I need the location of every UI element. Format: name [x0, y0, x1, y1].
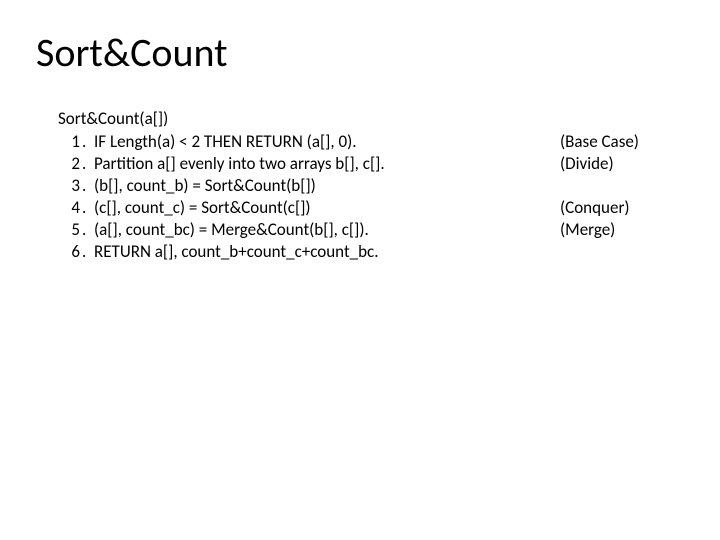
- slide: Sort&Count Sort&Count(a[]) 1 . IF Length…: [0, 0, 720, 540]
- line-text: (b[], count_b) = Sort&Count(b[]): [94, 175, 560, 197]
- line-annotation: (Base Case): [560, 131, 680, 153]
- algo-line: 5 . (a[], count_bc) = Merge&Count(b[], c…: [58, 219, 680, 241]
- algo-line: 2 . Partition a[] evenly into two arrays…: [58, 153, 680, 175]
- line-dot: .: [80, 131, 94, 153]
- algorithm-body: Sort&Count(a[]) 1 . IF Length(a) < 2 THE…: [58, 108, 680, 264]
- function-header: Sort&Count(a[]): [58, 108, 680, 129]
- line-text: IF Length(a) < 2 THEN RETURN (a[], 0).: [94, 131, 560, 153]
- line-number: 2: [58, 153, 80, 175]
- line-dot: .: [80, 153, 94, 175]
- line-annotation: (Divide): [560, 153, 680, 175]
- line-number: 1: [58, 131, 80, 153]
- line-dot: .: [80, 197, 94, 219]
- algo-line: 3 . (b[], count_b) = Sort&Count(b[]): [58, 175, 680, 197]
- algo-line: 1 . IF Length(a) < 2 THEN RETURN (a[], 0…: [58, 131, 680, 153]
- line-number: 5: [58, 219, 80, 241]
- line-dot: .: [80, 241, 94, 263]
- line-text: (a[], count_bc) = Merge&Count(b[], c[]).: [94, 219, 560, 241]
- line-dot: .: [80, 175, 94, 197]
- line-text: RETURN a[], count_b+count_c+count_bc.: [94, 241, 560, 263]
- algo-line: 6 . RETURN a[], count_b+count_c+count_bc…: [58, 241, 680, 263]
- line-dot: .: [80, 219, 94, 241]
- line-annotation: (Conquer): [560, 197, 680, 219]
- line-number: 6: [58, 241, 80, 263]
- algo-line: 4 . (c[], count_c) = Sort&Count(c[]) (Co…: [58, 197, 680, 219]
- line-text: Partition a[] evenly into two arrays b[]…: [94, 153, 560, 175]
- line-annotation: (Merge): [560, 219, 680, 241]
- page-title: Sort&Count: [36, 28, 228, 77]
- line-number: 3: [58, 175, 80, 197]
- line-text: (c[], count_c) = Sort&Count(c[]): [94, 197, 560, 219]
- line-number: 4: [58, 197, 80, 219]
